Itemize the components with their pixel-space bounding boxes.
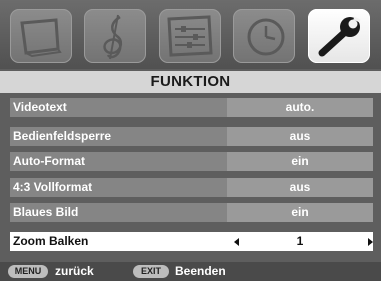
menu-item-value: ein [291,205,309,219]
menu-item-blaues-bild[interactable]: Blaues Bild ein [10,203,373,222]
menu-item-videotext[interactable]: Videotext auto. [10,98,373,117]
tab-settings[interactable] [159,9,221,63]
menu-item-label: Bedienfeldsperre [13,129,112,143]
menu-key-badge[interactable]: MENU [8,265,48,278]
menu-item-value: 1 [296,234,304,248]
picture-icon [20,18,62,58]
sound-icon [103,14,123,60]
menu-item-value: ein [291,154,309,168]
menu-category-bar [0,0,381,69]
menu-item-value-box[interactable]: aus [227,178,373,197]
menu-item-value: aus [289,129,311,143]
menu-item-label: 4:3 Vollformat [13,180,93,194]
menu-item-value: aus [289,180,311,194]
menu-item-bedienfeldsperre[interactable]: Bedienfeldsperre aus [10,127,373,146]
arrow-right-icon[interactable] [368,238,373,246]
menu-item-value-box[interactable]: ein [227,203,373,222]
exit-label: Beenden [175,264,226,278]
tab-function[interactable] [308,9,370,63]
zoom-balken-selector[interactable]: 1 [227,232,373,251]
menu-item-auto-format[interactable]: Auto-Format ein [10,152,373,171]
menu-item-4-3-vollformat[interactable]: 4:3 Vollformat aus [10,178,373,197]
tab-sound[interactable] [84,9,146,63]
timer-icon [247,18,285,56]
footer-bar: MENU zurück EXIT Beenden [0,262,381,281]
menu-item-value-box[interactable]: auto. [227,98,373,117]
menu-item-value-box[interactable]: aus [227,127,373,146]
settings-sliders-icon [167,15,213,57]
menu-item-value: auto. [285,100,315,114]
tab-timer[interactable] [233,9,295,63]
wrench-icon [318,16,361,57]
exit-key-badge[interactable]: EXIT [133,265,169,278]
tab-picture[interactable] [10,9,72,63]
menu-item-label: Zoom Balken [13,234,89,248]
menu-item-label: Auto-Format [13,154,85,168]
menu-title: FUNKTION [0,71,381,93]
menu-item-zoom-balken[interactable]: Zoom Balken 1 [10,232,373,251]
menu-item-label: Blaues Bild [13,205,79,219]
tv-menu-screen: FUNKTION Videotext auto. Bedienfeldsperr… [0,0,381,281]
back-label: zurück [55,264,94,278]
menu-item-label: Videotext [13,100,67,114]
menu-item-value-box[interactable]: ein [227,152,373,171]
